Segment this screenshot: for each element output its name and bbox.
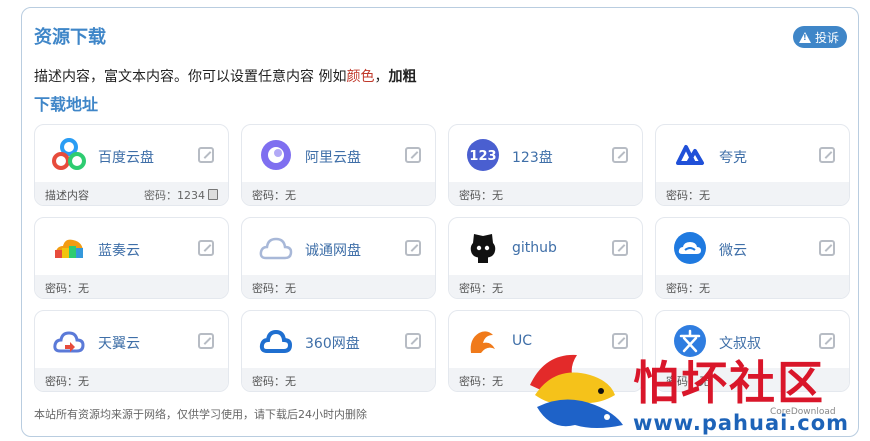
download-card-quark[interactable]: 夸克 密码：无: [655, 124, 850, 206]
card-name: 360网盘: [305, 336, 360, 352]
card-name: 百度云盘: [98, 150, 154, 166]
copy-icon[interactable]: [208, 189, 218, 200]
watermark-url: www.pahuai.com: [633, 411, 850, 435]
svg-text:123: 123: [469, 149, 496, 164]
card-footer: 密码：无: [449, 182, 642, 205]
external-link-icon[interactable]: [612, 147, 628, 163]
card-name: 天翼云: [98, 336, 140, 352]
download-card-ctfile[interactable]: 诚通网盘 密码：无: [241, 217, 436, 299]
fish-logo-icon: [530, 354, 623, 428]
description: 描述内容，富文本内容。你可以设置任意内容 例如颜色，加粗: [34, 66, 416, 86]
external-link-icon[interactable]: [405, 333, 421, 349]
card-name: 诚通网盘: [305, 243, 361, 259]
description-separator: ，: [374, 69, 389, 85]
watermark: 怕坏社区 CoreDownload www.pahuai.com: [515, 345, 860, 437]
card-name: github: [512, 240, 557, 256]
card-name: 阿里云盘: [305, 150, 361, 166]
download-card-github[interactable]: github 密码：无: [448, 217, 643, 299]
external-link-icon[interactable]: [405, 147, 421, 163]
card-password: 密码：无: [666, 282, 710, 295]
card-password: 密码：无: [459, 375, 503, 388]
card-password: 密码：无: [252, 189, 296, 202]
card-footer: 密码：无: [242, 368, 435, 391]
card-footer: 密码：无: [242, 182, 435, 205]
download-card-lanzou[interactable]: 蓝奏云 密码：无: [34, 217, 229, 299]
card-footer: 描述内容 密码：1234: [35, 182, 228, 205]
download-card-123pan[interactable]: 123 123盘 密码：无: [448, 124, 643, 206]
report-label: 投诉: [814, 30, 839, 45]
download-card-aliyun[interactable]: 阿里云盘 密码：无: [241, 124, 436, 206]
card-password: 密码：1234: [144, 187, 218, 203]
external-link-icon[interactable]: [198, 240, 214, 256]
card-name: 蓝奏云: [98, 243, 140, 259]
card-password: 密码：无: [45, 282, 89, 295]
card-password: 密码：无: [252, 282, 296, 295]
card-description: 描述内容: [45, 189, 89, 202]
download-card-tianyi[interactable]: 天翼云 密码：无: [34, 310, 229, 392]
aliyun-drive-icon: [261, 140, 291, 170]
card-name: 123盘: [512, 150, 553, 166]
card-footer: 密码：无: [35, 368, 228, 391]
report-button[interactable]: 投诉: [792, 26, 847, 48]
download-card-baidu[interactable]: 百度云盘 描述内容 密码：1234: [34, 124, 229, 206]
description-bold-text: 加粗: [388, 69, 417, 85]
weiyun-icon: [674, 232, 706, 264]
pan360-icon: [259, 329, 293, 353]
password-text: 密码：1234: [144, 189, 205, 202]
external-link-icon[interactable]: [198, 147, 214, 163]
card-footer: 密码：无: [656, 182, 849, 205]
download-section-title: 下载地址: [34, 95, 99, 114]
lanzou-icon: [55, 239, 83, 258]
pan123-icon: 123: [467, 139, 499, 171]
baidu-cloud-icon: [52, 138, 86, 170]
card-password: 密码：无: [252, 375, 296, 388]
uc-icon: [470, 331, 495, 353]
panel-title: 资源下载: [34, 27, 106, 48]
watermark-text: 怕坏社区: [633, 356, 825, 410]
external-link-icon[interactable]: [405, 240, 421, 256]
card-footer: 密码：无: [449, 275, 642, 298]
github-icon: [470, 234, 496, 263]
card-password: 密码：无: [459, 282, 503, 295]
external-link-icon[interactable]: [198, 333, 214, 349]
card-name: 夸克: [719, 150, 747, 166]
external-link-icon[interactable]: [819, 147, 835, 163]
warning-icon: [798, 31, 811, 43]
card-footer: 密码：无: [242, 275, 435, 298]
card-password: 密码：无: [459, 189, 503, 202]
ctfile-icon: [259, 237, 293, 260]
quark-icon: [676, 145, 704, 165]
tianyi-cloud-icon: [53, 331, 85, 353]
card-password: 密码：无: [45, 375, 89, 388]
card-footer: 密码：无: [656, 275, 849, 298]
card-name: 微云: [719, 243, 747, 259]
description-text: 描述内容，富文本内容。你可以设置任意内容 例如: [34, 69, 347, 85]
card-password: 密码：无: [666, 189, 710, 202]
download-card-weiyun[interactable]: 微云 密码：无: [655, 217, 850, 299]
external-link-icon[interactable]: [819, 240, 835, 256]
download-card-360[interactable]: 360网盘 密码：无: [241, 310, 436, 392]
external-link-icon[interactable]: [612, 240, 628, 256]
card-footer: 密码：无: [35, 275, 228, 298]
description-red-text: 颜色: [346, 69, 375, 85]
disclaimer-notice: 本站所有资源均来源于网络，仅供学习使用，请下载后24小时内删除: [34, 408, 367, 421]
